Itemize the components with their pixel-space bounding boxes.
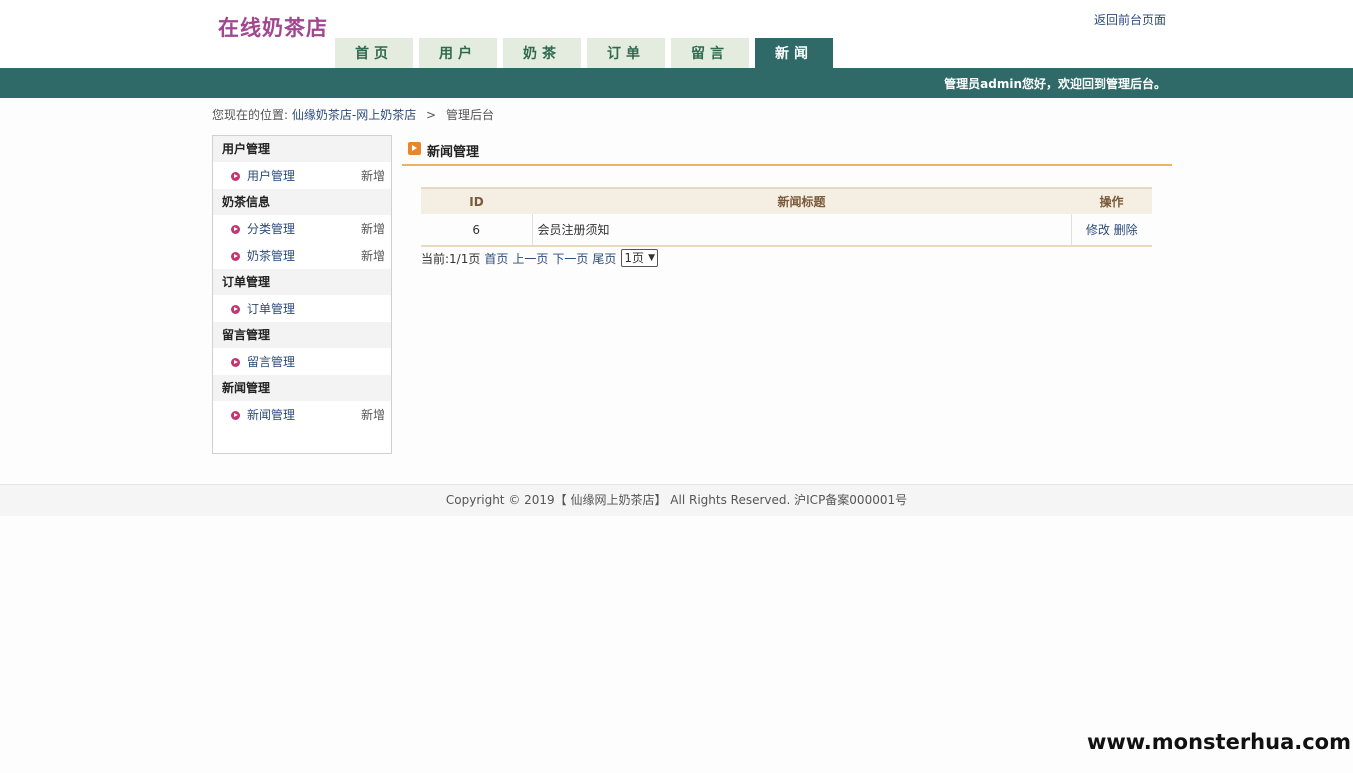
table-header-row: ID 新闻标题 操作	[421, 187, 1152, 214]
cell-actions: 修改 删除	[1070, 214, 1152, 247]
nav-news[interactable]: 新闻	[755, 38, 833, 68]
breadcrumb-prefix: 您现在的位置:	[212, 108, 289, 122]
sidebar-group-messages: 留言管理	[213, 322, 391, 348]
welcome-bar: 管理员admin您好，欢迎回到管理后台。	[0, 68, 1353, 98]
section-header: 新闻管理	[402, 135, 1172, 166]
breadcrumb: 您现在的位置: 仙缘奶茶店-网上奶茶店 > 管理后台	[212, 106, 494, 123]
sidebar-group-milktea: 奶茶信息	[213, 189, 391, 215]
delete-link[interactable]: 删除	[1114, 223, 1138, 237]
page-status: 当前:1/1页	[421, 251, 481, 266]
page-title: 新闻管理	[427, 145, 480, 160]
sidebar-item-milktea-manage: 奶茶管理 新增	[213, 242, 391, 269]
column-header-id: ID	[421, 187, 532, 214]
sidebar-group-orders: 订单管理	[213, 269, 391, 295]
sidebar: 用户管理 用户管理 新增 奶茶信息 分类管理 新增 奶茶管理 新增 订单管理 订…	[212, 135, 392, 454]
breadcrumb-current: 管理后台	[445, 108, 494, 122]
arrow-bullet-icon	[231, 411, 240, 420]
footer: Copyright © 2019【 仙缘网上奶茶店】 All Rights Re…	[0, 484, 1353, 516]
prev-page-link[interactable]: 上一页	[512, 250, 548, 267]
back-to-frontend-link[interactable]: 返回前台页面	[1094, 11, 1166, 28]
sidebar-item-label[interactable]: 新闻管理	[247, 408, 295, 422]
nav-users[interactable]: 用户	[419, 38, 497, 68]
nav-milktea[interactable]: 奶茶	[503, 38, 581, 68]
page-select[interactable]: 1页 ▼	[621, 249, 658, 267]
cell-id: 6	[421, 214, 532, 247]
column-header-actions: 操作	[1071, 187, 1152, 214]
arrow-bullet-icon	[231, 252, 240, 261]
footer-copyright: Copyright © 2019【 仙缘网上奶茶店】 All Rights Re…	[445, 493, 908, 507]
sidebar-item-label[interactable]: 订单管理	[247, 302, 295, 316]
header: 在线奶茶店 返回前台页面 首页 用户 奶茶 订单 留言 新闻	[0, 0, 1353, 68]
sidebar-item-label[interactable]: 用户管理	[247, 169, 295, 183]
main-nav: 首页 用户 奶茶 订单 留言 新闻	[335, 38, 839, 68]
arrow-bullet-icon	[231, 305, 240, 314]
sidebar-item-news-manage: 新闻管理 新增	[213, 401, 391, 428]
column-header-title: 新闻标题	[532, 187, 1071, 214]
arrow-bullet-icon	[231, 172, 240, 181]
welcome-text: 管理员admin您好，欢迎回到管理后台。	[944, 77, 1166, 91]
sidebar-item-category-manage: 分类管理 新增	[213, 215, 391, 242]
sidebar-item-order-manage: 订单管理	[213, 295, 391, 322]
arrow-bullet-icon	[231, 225, 240, 234]
chevron-down-icon: ▼	[648, 253, 655, 263]
watermark: www.monsterhua.com	[1086, 730, 1351, 754]
nav-messages[interactable]: 留言	[671, 38, 749, 68]
sidebar-group-news: 新闻管理	[213, 375, 391, 401]
table-row: 6 会员注册须知 修改 删除	[421, 214, 1152, 247]
last-page-link[interactable]: 尾页	[592, 250, 616, 267]
first-page-link[interactable]: 首页	[484, 250, 508, 267]
sidebar-add-user-link[interactable]: 新增	[361, 162, 385, 191]
breadcrumb-site-link[interactable]: 仙缘奶茶店-网上奶茶店	[292, 108, 416, 122]
breadcrumb-separator: >	[426, 108, 437, 122]
sidebar-add-category-link[interactable]: 新增	[361, 215, 385, 244]
sidebar-item-label[interactable]: 分类管理	[247, 222, 295, 236]
news-table: ID 新闻标题 操作 6 会员注册须知 修改 删除	[421, 187, 1152, 247]
sidebar-group-users: 用户管理	[213, 136, 391, 162]
sidebar-item-label[interactable]: 奶茶管理	[247, 249, 295, 263]
next-page-link[interactable]: 下一页	[552, 250, 588, 267]
nav-orders[interactable]: 订单	[587, 38, 665, 68]
cell-title: 会员注册须知	[531, 214, 1071, 247]
nav-home[interactable]: 首页	[335, 38, 413, 68]
sidebar-add-milktea-link[interactable]: 新增	[361, 242, 385, 271]
site-logo[interactable]: 在线奶茶店	[218, 12, 328, 42]
sidebar-item-label[interactable]: 留言管理	[247, 355, 295, 369]
arrow-right-icon	[408, 142, 421, 155]
page-select-value: 1页	[624, 251, 645, 265]
sidebar-item-message-manage: 留言管理	[213, 348, 391, 375]
edit-link[interactable]: 修改	[1086, 223, 1110, 237]
arrow-bullet-icon	[231, 358, 240, 367]
sidebar-item-user-manage: 用户管理 新增	[213, 162, 391, 189]
sidebar-add-news-link[interactable]: 新增	[361, 401, 385, 430]
pagination: 当前:1/1页 首页 上一页 下一页 尾页 1页 ▼	[421, 249, 658, 267]
